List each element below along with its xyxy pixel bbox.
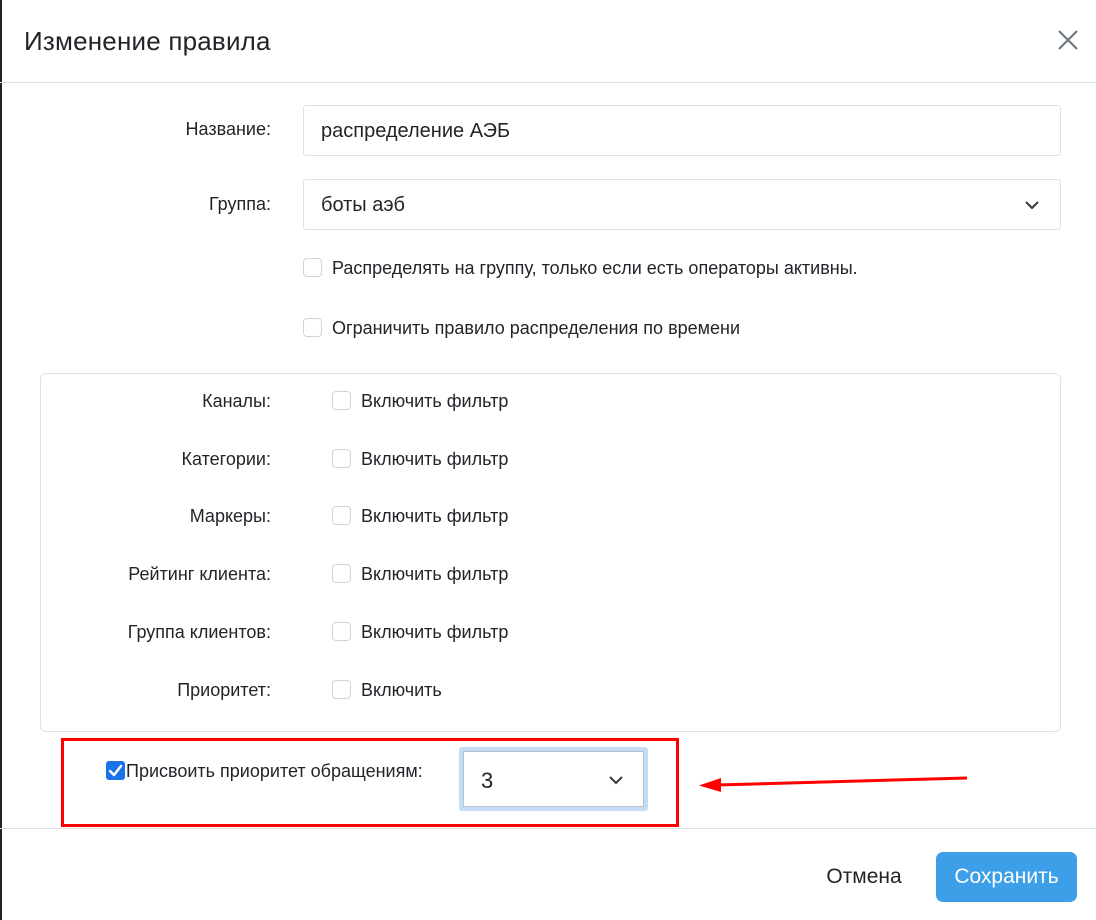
limit-time-label: Ограничить правило распределения по врем… (332, 318, 741, 338)
group-label: Группа: (208, 194, 271, 214)
filter-checkbox-label: Включить фильтр (361, 391, 509, 411)
checkmark-icon (108, 764, 123, 777)
filter-checkbox-label: Включить фильтр (361, 506, 509, 526)
priority-select[interactable]: 3 (463, 751, 644, 807)
filter-checkbox-client-group[interactable] (332, 622, 351, 641)
limit-time-checkbox[interactable] (303, 318, 322, 337)
filter-label-markers: Маркеры: (189, 506, 271, 526)
filter-checkbox-channels[interactable] (332, 391, 351, 410)
dialog-title: Изменение правила (24, 26, 271, 56)
assign-priority-checkbox[interactable] (106, 761, 125, 780)
filter-checkbox-label: Включить фильтр (361, 564, 509, 584)
filter-checkbox-label: Включить фильтр (361, 449, 509, 469)
filter-checkbox-label: Включить (361, 680, 442, 700)
close-icon (1058, 30, 1078, 50)
filter-label-categories: Категории: (181, 449, 271, 469)
chevron-down-icon (609, 776, 623, 785)
annotation-arrow-icon (699, 776, 968, 792)
filter-checkbox-categories[interactable] (332, 449, 351, 468)
filter-label-client-rating: Рейтинг клиента: (128, 564, 271, 584)
only-active-label: Распределять на группу, только если есть… (332, 258, 858, 278)
only-active-checkbox[interactable] (303, 258, 322, 277)
filter-label-client-group: Группа клиентов: (127, 622, 271, 642)
dialog-header: Изменение правила (0, 0, 1096, 83)
filter-checkbox-label: Включить фильтр (361, 622, 509, 642)
window-edge (0, 0, 2, 920)
assign-priority-label: Присвоить приоритет обращениям: (126, 761, 423, 781)
filter-checkbox-priority[interactable] (332, 680, 351, 699)
filter-label-channels: Каналы: (202, 391, 271, 411)
name-label: Название: (185, 119, 271, 139)
filter-checkbox-client-rating[interactable] (332, 564, 351, 583)
name-input[interactable]: распределение АЭБ (303, 105, 1061, 156)
name-input-value: распределение АЭБ (321, 120, 511, 142)
filter-label-priority: Приоритет: (177, 680, 271, 700)
chevron-down-icon (1025, 201, 1039, 210)
save-button[interactable]: Сохранить (936, 852, 1077, 902)
close-button[interactable] (1052, 24, 1084, 56)
filters-panel (40, 373, 1061, 732)
dialog-footer (0, 828, 1096, 920)
priority-select-value: 3 (481, 768, 494, 793)
filter-checkbox-markers[interactable] (332, 506, 351, 525)
cancel-button[interactable]: Отмена (812, 852, 916, 902)
group-select-value: боты аэб (321, 194, 406, 216)
group-select[interactable]: боты аэб (303, 179, 1061, 230)
